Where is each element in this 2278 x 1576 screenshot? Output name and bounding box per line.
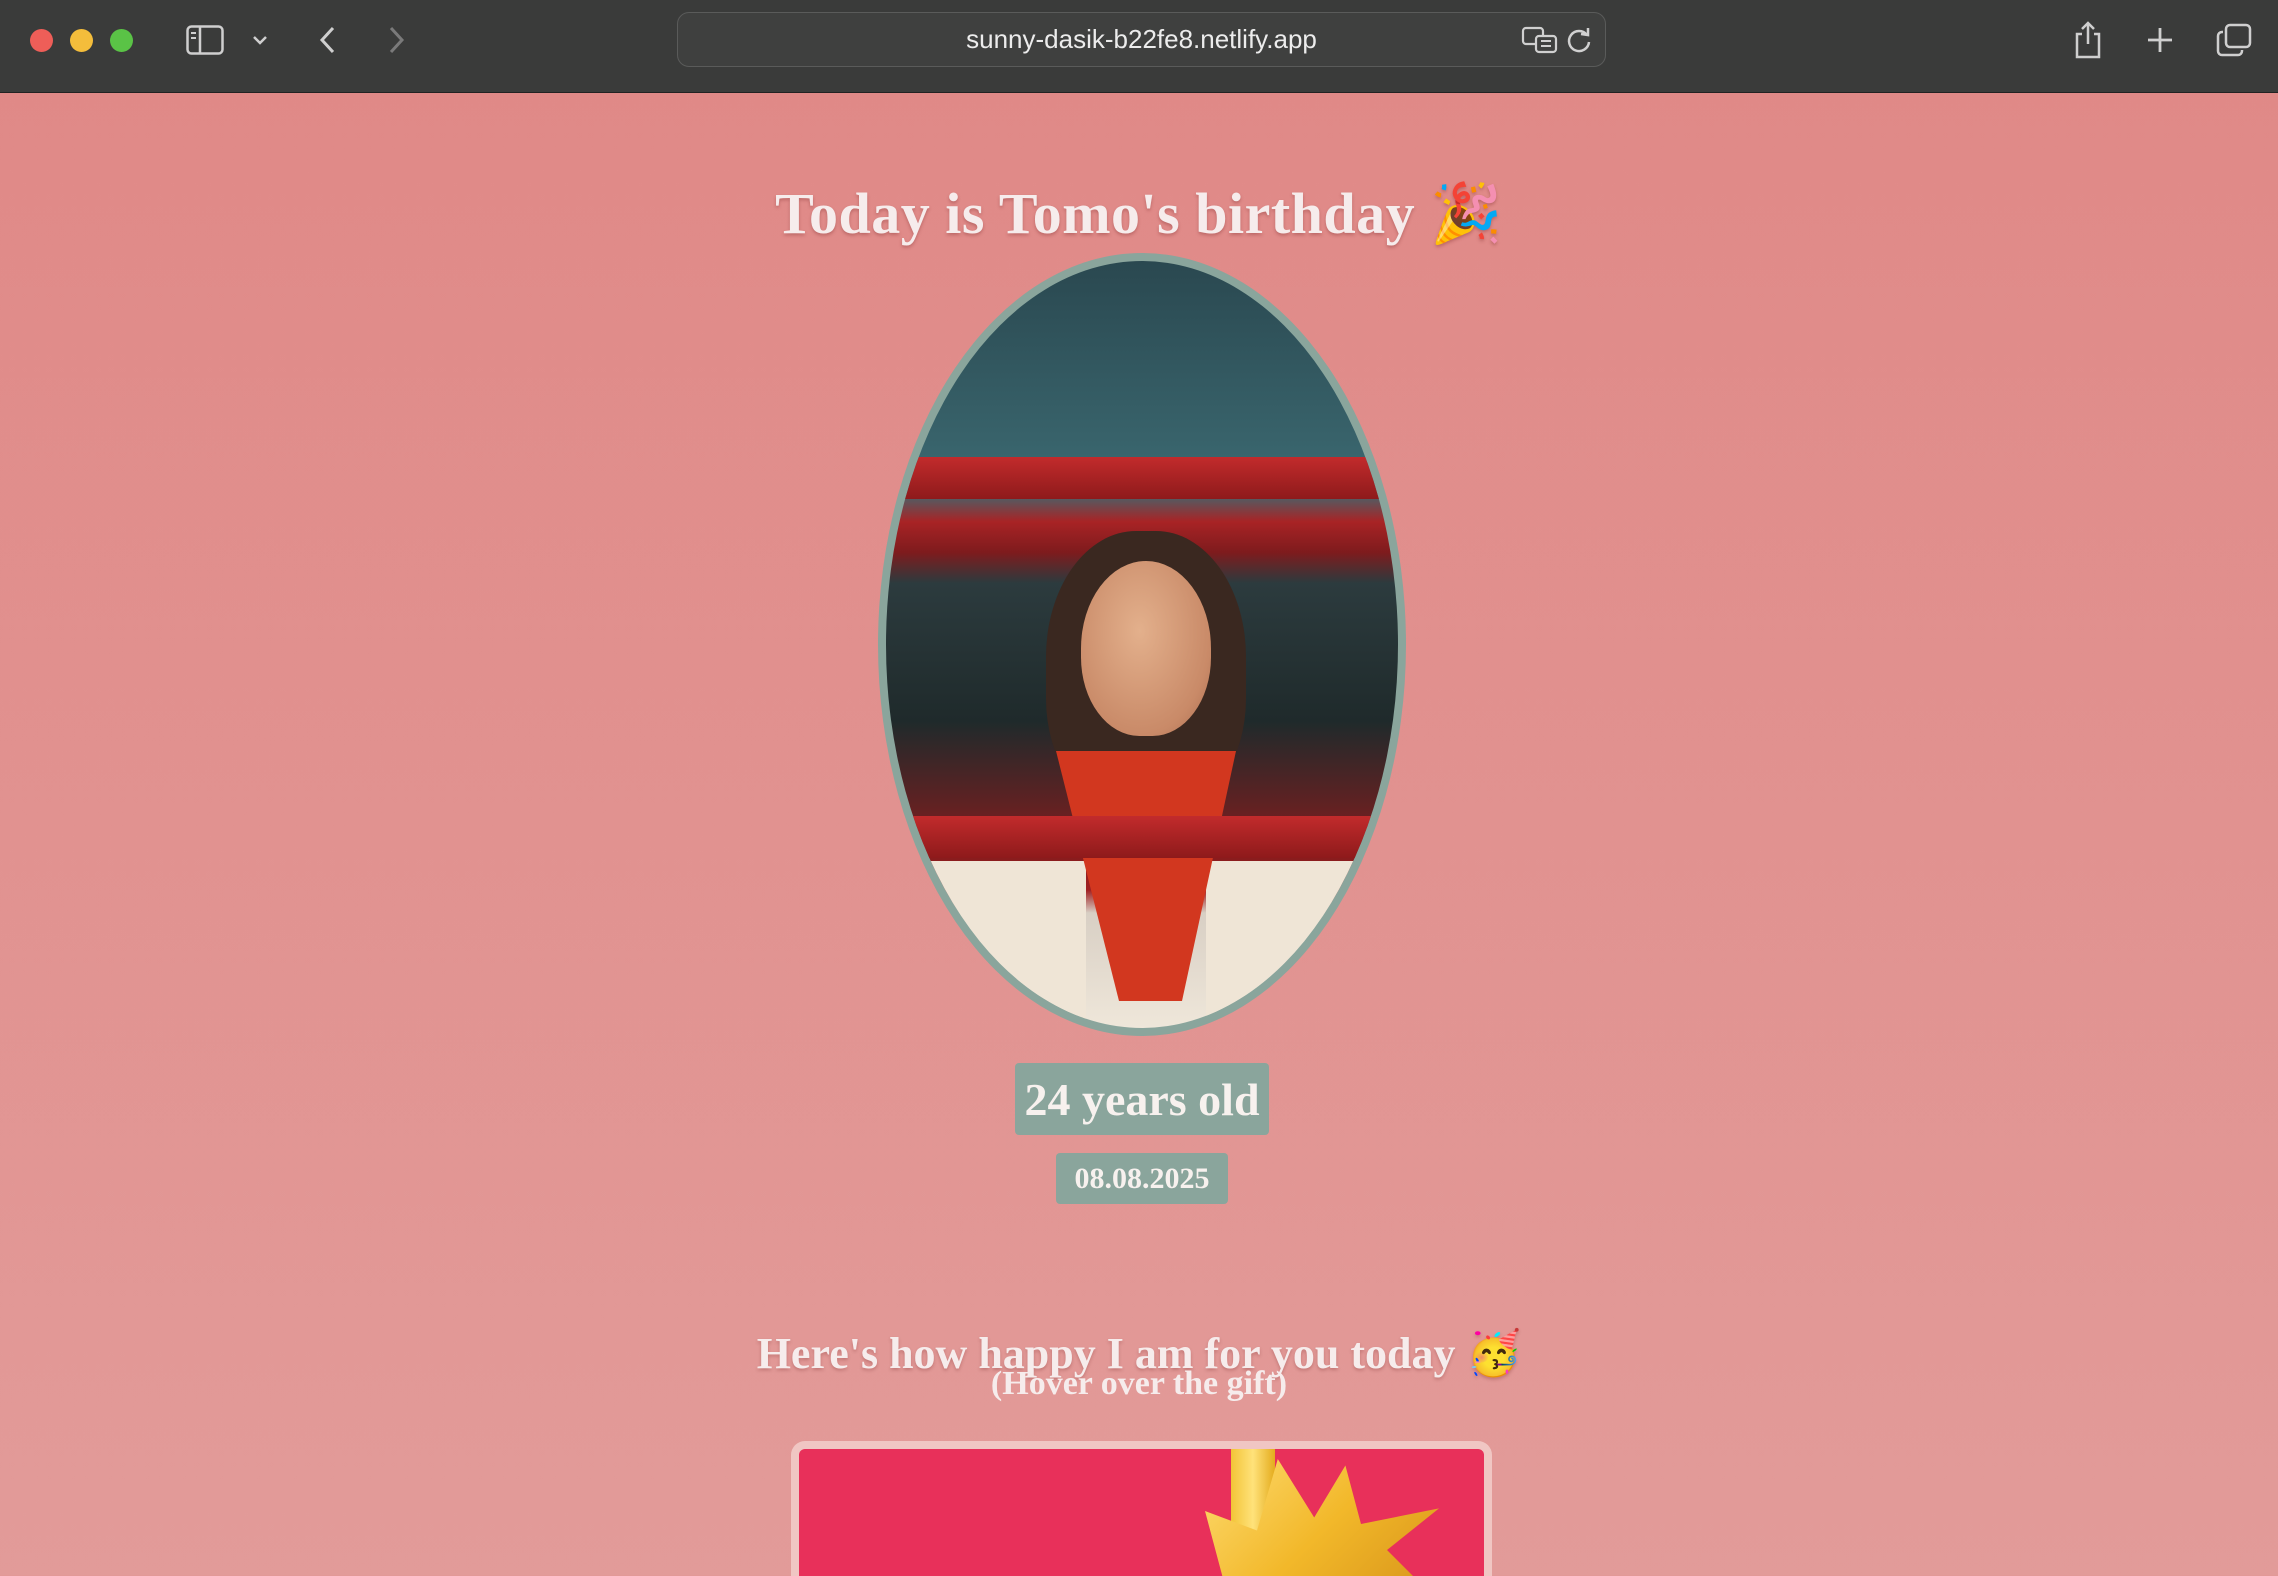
page-title: Today is Tomo's birthday 🎉 [0, 179, 2278, 248]
url-text[interactable]: sunny-dasik-b22fe8.netlify.app [678, 13, 1605, 66]
address-bar[interactable]: sunny-dasik-b22fe8.netlify.app [677, 12, 1606, 67]
gift-box[interactable] [791, 1441, 1492, 1576]
page-title-text: Today is Tomo's birthday [775, 180, 1416, 246]
date-badge: 08.08.2025 [1056, 1153, 1228, 1204]
zoom-window-button[interactable] [110, 29, 133, 52]
gift-bow-icon [1205, 1459, 1439, 1576]
photo-shirt-left [926, 861, 1086, 1028]
photo-shirt-right [1206, 861, 1376, 1028]
hover-hint: (Hover over the gift) [990, 1365, 1288, 1402]
back-arrow-icon[interactable] [312, 18, 342, 62]
photo-face [1081, 561, 1211, 736]
new-tab-icon[interactable] [2142, 18, 2178, 62]
browser-toolbar: sunny-dasik-b22fe8.netlify.app [0, 0, 2278, 93]
close-window-button[interactable] [30, 29, 53, 52]
translate-icon[interactable] [1521, 25, 1559, 60]
sidebar-toggle-icon[interactable] [182, 18, 228, 62]
birthday-portrait-photo [878, 253, 1406, 1036]
chevron-down-icon[interactable] [248, 18, 272, 62]
photo-red-bar-top [886, 457, 1398, 499]
photo-red-bar-bottom [886, 816, 1398, 858]
tab-overview-icon[interactable] [2214, 18, 2254, 62]
minimize-window-button[interactable] [70, 29, 93, 52]
age-badge: 24 years old [1015, 1063, 1269, 1135]
share-icon[interactable] [2070, 18, 2106, 62]
reload-icon[interactable] [1565, 26, 1593, 59]
forward-arrow-icon[interactable] [382, 18, 412, 62]
party-popper-icon: 🎉 [1430, 178, 1503, 247]
